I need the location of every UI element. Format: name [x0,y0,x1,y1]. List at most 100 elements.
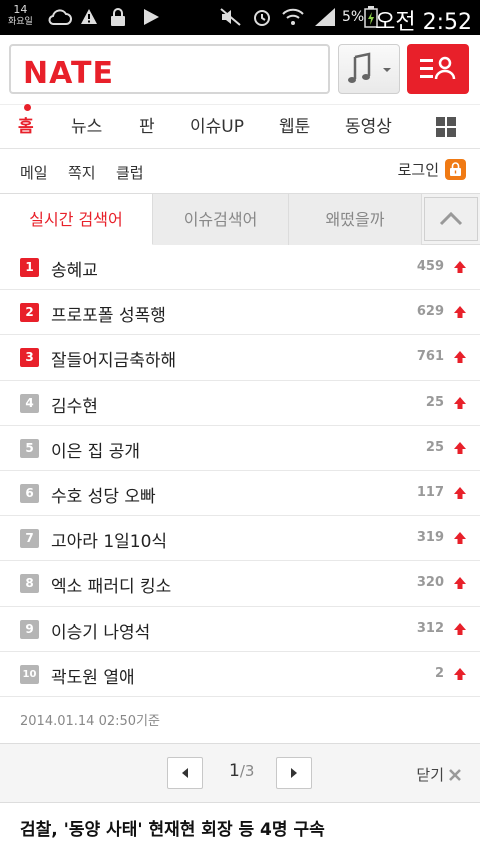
ranking-row[interactable]: 9 이승기 나영석 312 [0,607,480,652]
tab-why[interactable]: 왜떴을까 [289,194,422,245]
close-icon [449,768,461,781]
nav-item-issue-up[interactable]: 이슈UP [190,113,244,141]
chevron-right-icon [291,768,297,778]
search-input[interactable]: NATE [9,44,330,94]
rank-keyword: 엑소 패러디 킹소 [51,577,172,598]
rank-badge: 1 [20,258,39,277]
ranking-row[interactable]: 1 송혜교 459 [0,245,480,291]
tab-issue[interactable]: 이슈검색어 [153,194,289,245]
rank-badge: 3 [20,348,39,368]
ranking-row[interactable]: 5 이은 집 공개 25 [0,426,480,471]
signal-icon [314,6,336,28]
ranking-list: 1 송혜교 4 5 9 2 프로포폴 성폭행 629 3 잘들어지금축하해 7 6 1 … [0,245,480,697]
active-indicator-dot [24,104,31,111]
ranking-row[interactable]: 10 곽도원 열애 2 [0,652,480,697]
sub-nav: 메일 쪽지 클럽 로그인 [0,149,480,194]
status-time: 오전 2:52 [375,10,472,35]
rank-keyword: 프로포폴 성폭행 [51,306,166,327]
login-button[interactable]: 로그인 [398,159,466,180]
rank-keyword: 송혜교 [51,261,98,281]
pager: 1/3 닫기 [0,743,480,803]
status-date-weekday: 화요일 [8,17,33,27]
page-current: 1 [229,761,240,781]
close-label: 닫기 [416,766,444,784]
prev-page-button[interactable] [167,757,203,789]
chevron-up-icon [439,211,463,226]
page-total: /3 [239,762,255,780]
tab-realtime[interactable]: 실시간 검색어 [0,194,153,245]
mute-icon [220,6,242,28]
nav-item-webtoon[interactable]: 웹툰 [279,113,310,141]
up-arrow-icon [454,306,466,319]
up-arrow-icon [454,532,466,545]
ranking-row[interactable]: 3 잘들어지금축하해 761 [0,335,480,381]
up-arrow-icon [454,396,466,409]
sub-item-mail[interactable]: 메일 [20,162,48,183]
rank-count: 629 [416,304,444,320]
rank-count: 117 [416,484,444,500]
rank-keyword: 이승기 나영석 [51,622,151,643]
up-arrow-icon [454,351,466,364]
close-button[interactable]: 닫기 [416,764,462,785]
status-bar: 14 화요일 5% 오전 2:52 [0,0,480,35]
ranking-row[interactable]: 2 프로포폴 성폭행 629 [0,290,480,336]
rank-count: 25 [425,439,444,455]
ranking-row[interactable]: 4 김수현 25 [0,381,480,426]
rank-badge: 7 [20,529,39,549]
rank-badge: 6 [20,483,39,503]
music-button[interactable] [338,44,400,94]
rank-keyword: 곽도원 열애 [51,667,135,688]
rank-badge: 10 [20,664,39,684]
nav-item-home[interactable]: 홈 [18,113,34,141]
news-headline[interactable]: 검찰, '동양 사태' 현재현 회장 등 4명 구속 [20,815,325,840]
up-arrow-icon [454,486,466,499]
nav-item-pan[interactable]: 판 [139,113,155,141]
alarm-icon [252,6,272,28]
rank-count: 2 [434,665,444,681]
chevron-left-icon [182,768,188,778]
ranking-row[interactable]: 6 수호 성당 오빠 117 [0,471,480,517]
next-page-button[interactable] [276,757,312,789]
rank-badge: 5 [20,438,39,458]
rank-count: 319 [416,530,444,546]
collapse-button[interactable] [424,197,478,241]
rank-badge: 2 [20,303,39,323]
up-arrow-icon [454,667,466,680]
main-nav: 홈 뉴스 판 이슈UP 웹툰 동영상 [0,104,480,149]
up-arrow-icon [454,441,466,454]
rank-count: 761 [416,349,444,365]
nav-item-video[interactable]: 동영상 [345,113,392,141]
nate-logo: NATE [23,56,114,91]
music-note-icon [348,52,391,83]
rank-count: 25 [425,394,444,410]
nav-item-news[interactable]: 뉴스 [71,113,102,141]
rank-keyword: 김수현 [51,396,98,417]
lock-icon [110,6,126,28]
rank-count: 312 [416,620,444,636]
login-label: 로그인 [397,161,439,179]
wifi-icon [282,6,304,28]
ranking-row[interactable]: 8 엑소 패러디 킹소 320 [0,561,480,607]
up-arrow-icon [454,622,466,635]
cloud-icon [48,6,72,28]
grid-menu-icon[interactable] [436,117,456,137]
rank-badge: 9 [20,619,39,639]
sub-item-club[interactable]: 클럽 [116,162,144,183]
menu-person-icon [420,56,456,80]
rank-keyword: 잘들어지금축하해 [51,351,177,372]
page-indicator: 1/3 [229,761,254,781]
ranking-row[interactable]: 7 고아라 1일10식 319 [0,516,480,562]
rank-keyword: 수호 성당 오빠 [51,486,156,507]
app-header: NATE [0,35,480,105]
rank-keyword: 이은 집 공개 [51,441,141,462]
lock-icon [445,159,466,180]
menu-button[interactable] [407,44,469,94]
up-arrow-icon [454,261,466,273]
rank-count: 320 [416,575,444,591]
sub-item-note[interactable]: 쪽지 [68,162,96,183]
status-date-day: 14 [13,3,28,16]
alert-icon [80,6,98,28]
rank-badge: 4 [20,393,39,413]
status-date: 14 화요일 [8,3,33,29]
rank-keyword: 고아라 1일10식 [51,532,168,553]
